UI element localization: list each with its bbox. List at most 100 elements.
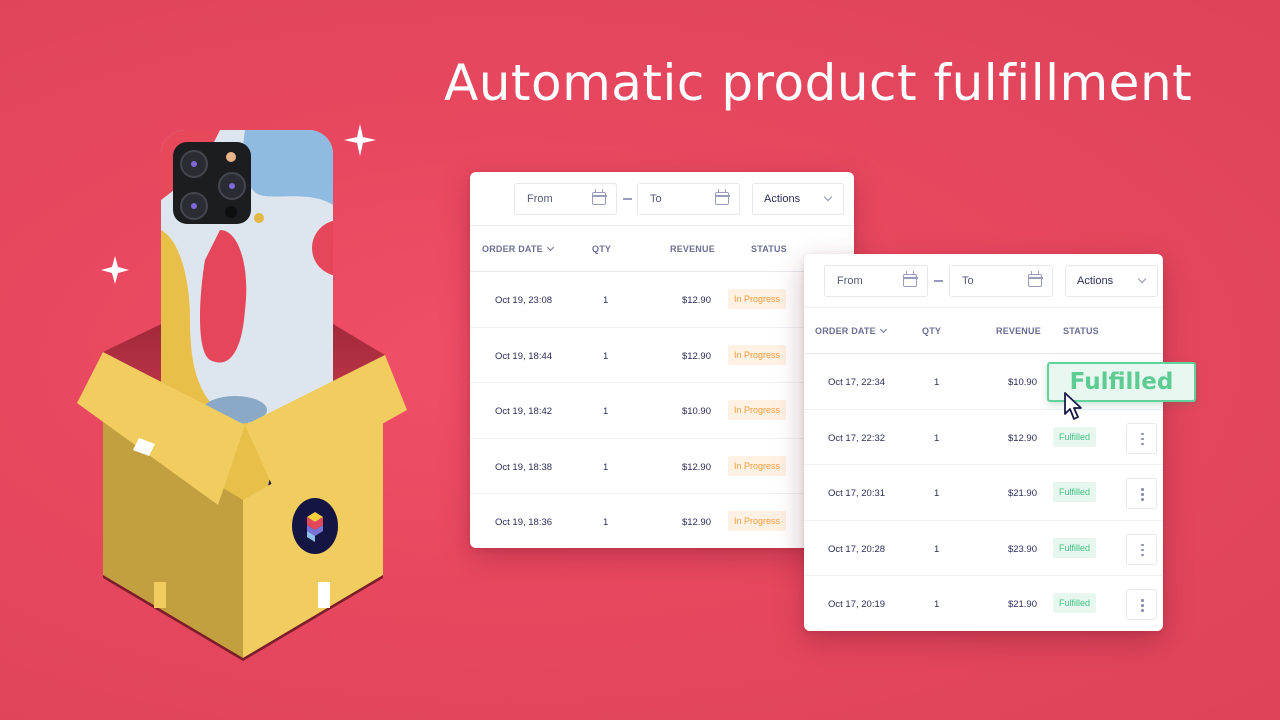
to-placeholder: To	[962, 275, 974, 287]
column-header-qty: QTY	[592, 244, 612, 254]
sort-chevron-icon[interactable]	[546, 243, 554, 252]
order-date: Oct 17, 22:32	[828, 432, 886, 444]
actions-dropdown[interactable]: Actions	[1065, 265, 1158, 297]
table-body: Oct 19, 23:08 1 $12.90 In Progress Oct 1…	[470, 272, 854, 548]
row-menu-button[interactable]	[1126, 589, 1157, 620]
order-date: Oct 17, 20:28	[828, 543, 886, 555]
order-date: Oct 17, 22:34	[828, 377, 886, 388]
kebab-dot	[1141, 553, 1144, 556]
table-row[interactable]: Oct 17, 20:28 1 $23.90 Fulfilled	[804, 521, 1163, 576]
status-badge: In Progress	[728, 511, 787, 531]
table-row[interactable]: Oct 17, 22:32 1 $12.90 Fulfilled	[804, 410, 1163, 465]
status-badge: Fulfilled	[1053, 537, 1097, 558]
orders-table-fulfilled: From To Actions ORDER DATE QTY REVENUE S…	[804, 254, 1163, 631]
from-placeholder: From	[837, 275, 863, 287]
order-date: Oct 17, 20:19	[828, 599, 886, 610]
calendar-icon[interactable]	[714, 189, 730, 205]
column-header-order-date[interactable]: ORDER DATE	[482, 243, 554, 254]
actions-label: Actions	[1077, 275, 1114, 287]
column-header-status: STATUS	[1063, 326, 1099, 336]
phone-in-box-illustration	[60, 110, 420, 670]
to-date-input[interactable]: To	[637, 183, 740, 215]
table-row[interactable]: Oct 17, 20:31 1 $21.90 Fulfilled	[804, 465, 1163, 521]
orders-table-in-progress: From To Actions ORDER DATE QTY REVENUE S…	[470, 172, 854, 548]
order-qty: 1	[934, 488, 940, 499]
kebab-dot	[1141, 432, 1144, 435]
order-revenue: $12.90	[681, 350, 711, 362]
chevron-down-icon	[1137, 274, 1147, 284]
table-row[interactable]: Oct 17, 20:19 1 $21.90 Fulfilled	[804, 576, 1163, 631]
headline: Automatic product fulfillment	[444, 54, 1193, 112]
status-badge: In Progress	[728, 289, 787, 309]
order-date: Oct 17, 20:31	[828, 488, 886, 499]
to-date-input[interactable]: To	[949, 265, 1053, 297]
order-revenue: $12.90	[1007, 432, 1037, 444]
order-revenue: $21.90	[1007, 488, 1037, 499]
order-qty: 1	[934, 543, 940, 555]
illustration-graphic	[77, 124, 407, 661]
column-header-status: STATUS	[751, 244, 787, 254]
table-row[interactable]: Oct 19, 18:38 1 $12.90 In Progress	[470, 439, 854, 494]
column-header-qty: QTY	[922, 326, 942, 336]
order-revenue: $23.90	[1007, 543, 1037, 555]
sparkle-icon	[344, 124, 376, 156]
actions-label: Actions	[764, 193, 801, 205]
to-placeholder: To	[650, 193, 662, 205]
status-badge: In Progress	[728, 344, 787, 365]
table-header: ORDER DATE QTY REVENUE STATUS	[804, 308, 1163, 354]
row-menu-button[interactable]	[1126, 478, 1157, 509]
status-badge: In Progress	[728, 400, 787, 420]
sort-chevron-icon[interactable]	[879, 325, 887, 334]
column-header-order-date[interactable]: ORDER DATE	[815, 325, 887, 336]
order-qty: 1	[603, 461, 609, 473]
column-header-revenue: REVENUE	[670, 244, 715, 254]
calendar-icon[interactable]	[591, 189, 607, 205]
order-qty: 1	[603, 350, 609, 362]
row-menu-button[interactable]	[1126, 422, 1157, 454]
order-date: Oct 19, 18:38	[495, 461, 553, 473]
order-qty: 1	[603, 295, 609, 306]
status-badge: Fulfilled	[1053, 426, 1097, 447]
row-menu-button[interactable]	[1126, 533, 1157, 565]
order-date: Oct 19, 23:08	[495, 295, 553, 306]
order-revenue: $21.90	[1007, 599, 1037, 610]
kebab-dot	[1141, 543, 1144, 546]
table-row[interactable]: Oct 19, 18:44 1 $12.90 In Progress	[470, 328, 854, 383]
table-header: ORDER DATE QTY REVENUE STATUS	[470, 226, 854, 272]
kebab-dot	[1141, 604, 1144, 607]
order-qty: 1	[934, 432, 940, 444]
camera-flash	[226, 152, 236, 162]
kebab-dot	[1141, 488, 1144, 491]
kebab-dot	[1141, 442, 1144, 445]
actions-dropdown[interactable]: Actions	[752, 183, 844, 215]
order-qty: 1	[603, 406, 609, 417]
table-toolbar: From To Actions	[804, 254, 1163, 308]
from-date-input[interactable]: From	[514, 183, 617, 215]
order-revenue: $10.90	[1007, 377, 1037, 388]
date-range-separator	[623, 198, 632, 200]
table-row[interactable]: Oct 19, 18:36 1 $12.90 In Progress	[470, 494, 854, 548]
sparkle-icon	[101, 256, 129, 284]
order-revenue: $10.90	[681, 406, 711, 417]
kebab-dot	[1141, 493, 1144, 496]
from-placeholder: From	[527, 193, 553, 205]
order-revenue: $12.90	[681, 517, 711, 528]
calendar-icon[interactable]	[1027, 271, 1043, 287]
kebab-dot	[1141, 437, 1144, 440]
order-revenue: $12.90	[681, 295, 711, 306]
status-badge: In Progress	[728, 455, 787, 476]
kebab-dot	[1141, 609, 1144, 612]
from-date-input[interactable]: From	[824, 265, 928, 297]
calendar-icon[interactable]	[902, 271, 918, 287]
order-date: Oct 19, 18:42	[495, 406, 553, 417]
order-qty: 1	[603, 517, 609, 528]
column-header-revenue: REVENUE	[996, 326, 1041, 336]
table-row[interactable]: Oct 19, 23:08 1 $12.90 In Progress	[470, 272, 854, 328]
kebab-dot	[1141, 498, 1144, 501]
table-row[interactable]: Oct 19, 18:42 1 $10.90 In Progress	[470, 383, 854, 439]
kebab-dot	[1141, 548, 1144, 551]
table-toolbar: From To Actions	[470, 172, 854, 226]
order-revenue: $12.90	[681, 461, 711, 473]
order-qty: 1	[934, 377, 940, 388]
chevron-down-icon	[823, 192, 833, 202]
